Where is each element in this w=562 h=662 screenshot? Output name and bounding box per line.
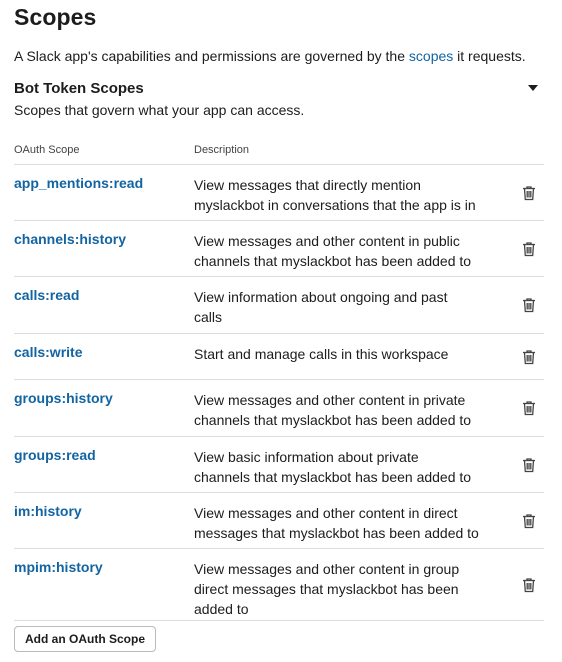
scope-description-line: View messages and other content in publi… (194, 233, 460, 249)
scope-description: View messages that directly mention mysla… (194, 175, 494, 215)
table-row: groups:history View messages and other co… (14, 380, 544, 437)
trash-icon[interactable] (522, 513, 536, 529)
trash-icon[interactable] (522, 457, 536, 473)
scopes-link[interactable]: scopes (409, 48, 453, 64)
scope-description-line: channels that myslackbot has been added … (194, 253, 472, 269)
scope-description-line: View messages and other content in group (194, 561, 460, 577)
scope-description-line: View messages and other content in direc… (194, 505, 458, 521)
trash-icon[interactable] (522, 297, 536, 313)
scope-description: View basic information about private chan… (194, 447, 494, 487)
scope-description-line: calls (194, 309, 223, 325)
section-subtitle: Scopes that govern what your app can acc… (14, 102, 305, 118)
scope-name-link[interactable]: app_mentions:read (14, 175, 143, 191)
section-title: Bot Token Scopes (14, 80, 144, 97)
table-header: OAuth Scope Description (14, 136, 544, 165)
page-title: Scopes (14, 4, 97, 30)
scope-name-link[interactable]: groups:read (14, 447, 96, 463)
scopes-table: OAuth Scope Description app_mentions:rea… (14, 136, 544, 621)
scope-description: View messages and other content in group… (194, 559, 494, 619)
scope-description: View messages and other content in direc… (194, 503, 494, 543)
trash-icon[interactable] (522, 400, 536, 416)
scope-description-line: View basic information about private (194, 449, 419, 465)
header-description: Description (194, 144, 250, 156)
scope-name-link[interactable]: mpim:history (14, 559, 103, 575)
intro-text-before: A Slack app's capabilities and permissio… (14, 48, 409, 64)
scope-description-line: View messages that directly mention (194, 177, 421, 193)
scope-description-line: Start and manage calls in this workspace (194, 346, 449, 362)
scope-description: View messages and other content in publi… (194, 231, 494, 271)
scope-description-line: View messages and other content in priva… (194, 392, 466, 408)
intro-text: A Slack app's capabilities and permissio… (14, 46, 526, 66)
trash-icon[interactable] (522, 185, 536, 201)
table-row: channels:history View messages and other … (14, 221, 544, 277)
table-row: im:history View messages and other conten… (14, 493, 544, 549)
scope-description: Start and manage calls in this workspace (194, 344, 494, 364)
scope-name-link[interactable]: groups:history (14, 390, 113, 406)
scope-description-line: View information about ongoing and past (194, 289, 448, 305)
table-row: mpim:history View messages and other cont… (14, 549, 544, 621)
header-oauth-scope: OAuth Scope (14, 144, 80, 156)
table-body: app_mentions:read View messages that dire… (14, 165, 544, 621)
scope-name-link[interactable]: im:history (14, 503, 82, 519)
intro-text-after: it requests. (453, 48, 526, 64)
scope-description-line: channels that myslackbot has been added … (194, 469, 472, 485)
table-row: calls:read View information about ongoing… (14, 277, 544, 334)
scope-description-line: myslackbot in conversations that the app… (194, 197, 476, 213)
scope-description-line: messages that myslackbot has been added … (194, 525, 479, 541)
bot-token-scopes-header: Bot Token Scopes Scopes that govern what… (14, 79, 544, 120)
caret-down-icon[interactable] (528, 85, 538, 91)
trash-icon[interactable] (522, 577, 536, 593)
table-row: app_mentions:read View messages that dire… (14, 165, 544, 221)
scope-name-link[interactable]: calls:write (14, 344, 82, 360)
scope-description-line: channels that myslackbot has been added … (194, 412, 472, 428)
trash-icon[interactable] (522, 241, 536, 257)
table-row: groups:read View basic information about … (14, 437, 544, 493)
scope-description-line: added to (194, 601, 249, 617)
scope-description-line: direct messages that myslackbot has been (194, 581, 459, 597)
scope-name-link[interactable]: calls:read (14, 287, 79, 303)
scope-name-link[interactable]: channels:history (14, 231, 126, 247)
scope-description: View information about ongoing and past c… (194, 287, 494, 327)
add-oauth-scope-button[interactable]: Add an OAuth Scope (14, 626, 156, 652)
trash-icon[interactable] (522, 349, 536, 365)
scope-description: View messages and other content in priva… (194, 390, 494, 430)
table-row: calls:write Start and manage calls in thi… (14, 334, 544, 380)
